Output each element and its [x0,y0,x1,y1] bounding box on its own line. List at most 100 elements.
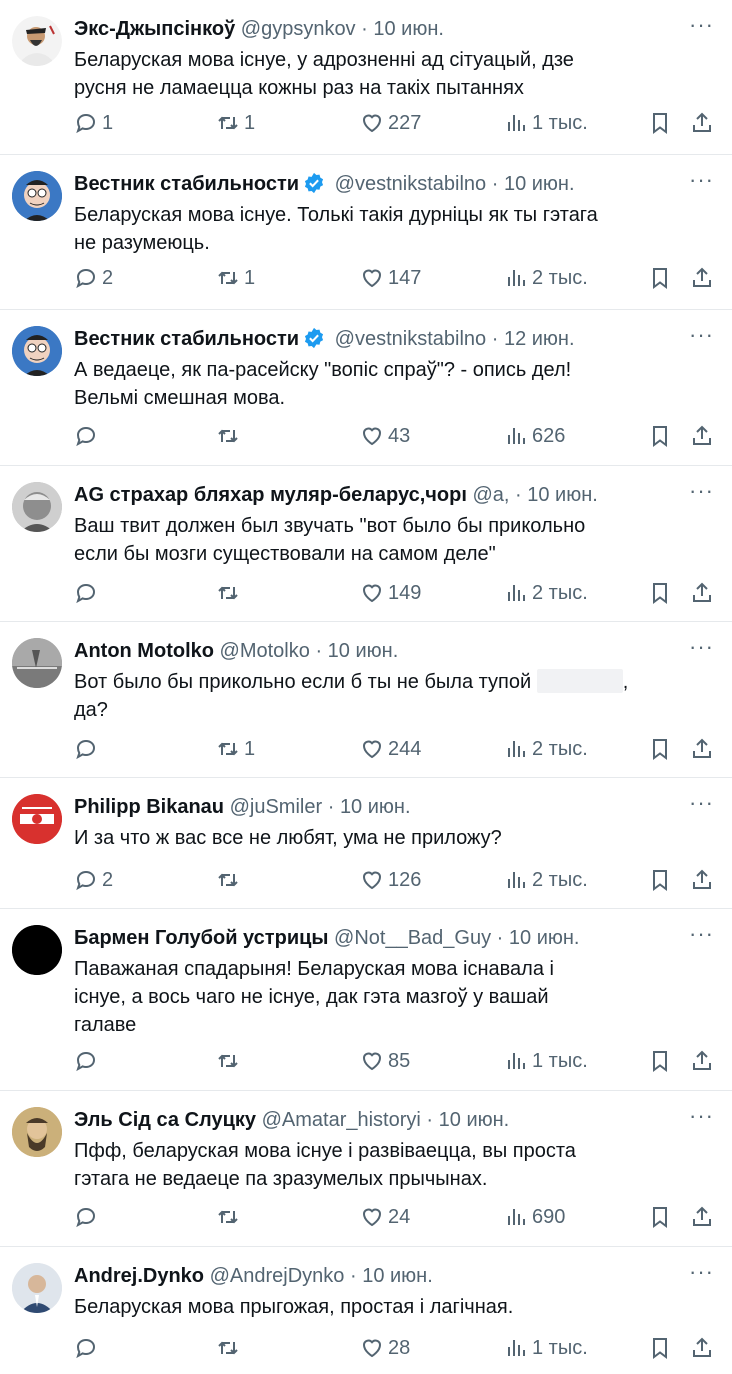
retweet-button[interactable] [216,1333,244,1363]
tweet[interactable]: Экс-Джыпсінкоў @gypsynkov · 10 июн. ··· … [0,0,732,155]
tweet-date[interactable]: 12 июн. [504,328,575,350]
like-button[interactable]: 126 [360,865,421,895]
like-button[interactable]: 85 [360,1046,410,1076]
retweet-button[interactable]: 1 [216,263,255,293]
avatar[interactable] [12,326,62,376]
share-button[interactable] [690,108,714,138]
author-name[interactable]: Эль Сід са Слуцку [74,1109,256,1131]
reply-button[interactable]: 1 [74,108,113,138]
share-button[interactable] [690,1046,714,1076]
tweet[interactable]: Эль Сід са Слуцку @Amatar_historyi · 10 … [0,1091,732,1247]
bookmark-button[interactable] [648,421,672,451]
more-icon[interactable]: ··· [689,322,714,348]
more-icon[interactable]: ··· [689,1103,714,1129]
avatar[interactable] [12,171,62,221]
share-button[interactable] [690,421,714,451]
author-handle[interactable]: @a, [472,484,509,506]
retweet-button[interactable] [216,865,244,895]
more-icon[interactable]: ··· [689,167,714,193]
author-name[interactable]: Anton Motolko [74,640,214,662]
author-handle[interactable]: @gypsynkov [241,18,356,40]
tweet-date[interactable]: 10 июн. [362,1265,433,1287]
tweet[interactable]: AG страхар бляхар муляр-беларус,чорı @a,… [0,466,732,622]
views-button[interactable]: 2 тыс. [504,578,588,608]
views-button[interactable]: 2 тыс. [504,865,588,895]
tweet-date[interactable]: 10 июн. [439,1109,510,1131]
tweet[interactable]: Andrej.Dynko @AndrejDynko · 10 июн. ··· … [0,1247,732,1374]
author-handle[interactable]: @Amatar_historyi [262,1109,421,1131]
tweet[interactable]: Бармен Голубой устрицы @Not__Bad_Guy · 1… [0,909,732,1091]
reply-button[interactable] [74,421,102,451]
reply-button[interactable]: 2 [74,263,113,293]
retweet-button[interactable]: 1 [216,734,255,764]
retweet-button[interactable] [216,421,244,451]
views-button[interactable]: 626 [504,421,565,451]
bookmark-button[interactable] [648,865,672,895]
avatar[interactable] [12,1107,62,1157]
share-button[interactable] [690,578,714,608]
more-icon[interactable]: ··· [689,790,714,816]
bookmark-button[interactable] [648,1046,672,1076]
share-button[interactable] [690,1333,714,1363]
bookmark-button[interactable] [648,1333,672,1363]
author-handle[interactable]: @vestnikstabilno [335,173,486,195]
reply-button[interactable] [74,1046,102,1076]
tweet-date[interactable]: 10 июн. [373,18,444,40]
bookmark-button[interactable] [648,1202,672,1232]
reply-button[interactable] [74,578,102,608]
author-handle[interactable]: @AndrejDynko [210,1265,345,1287]
author-name[interactable]: AG страхар бляхар муляр-беларус,чорı [74,484,467,506]
more-icon[interactable]: ··· [689,478,714,504]
author-name[interactable]: Philipp Bikanau [74,796,224,818]
views-button[interactable]: 2 тыс. [504,263,588,293]
more-icon[interactable]: ··· [689,921,714,947]
share-button[interactable] [690,865,714,895]
reply-button[interactable] [74,1333,102,1363]
retweet-button[interactable]: 1 [216,108,255,138]
avatar[interactable] [12,482,62,532]
more-icon[interactable]: ··· [689,634,714,660]
tweet[interactable]: Anton Motolko @Motolko · 10 июн. ··· Вот… [0,622,732,778]
tweet[interactable]: Philipp Bikanau @juSmiler · 10 июн. ··· … [0,778,732,909]
avatar[interactable] [12,794,62,844]
like-button[interactable]: 28 [360,1333,410,1363]
author-name[interactable]: Вестник стабильности [74,328,299,350]
like-button[interactable]: 147 [360,263,421,293]
tweet[interactable]: Вестник стабильности @vestnikstabilno · … [0,155,732,310]
bookmark-button[interactable] [648,734,672,764]
avatar[interactable] [12,638,62,688]
views-button[interactable]: 2 тыс. [504,734,588,764]
share-button[interactable] [690,1202,714,1232]
bookmark-button[interactable] [648,108,672,138]
author-handle[interactable]: @Not__Bad_Guy [334,927,491,949]
like-button[interactable]: 244 [360,734,421,764]
avatar[interactable] [12,16,62,66]
views-button[interactable]: 690 [504,1202,565,1232]
tweet-date[interactable]: 10 июн. [328,640,399,662]
author-name[interactable]: Бармен Голубой устрицы [74,927,328,949]
share-button[interactable] [690,263,714,293]
author-handle[interactable]: @Motolko [220,640,310,662]
retweet-button[interactable] [216,1046,244,1076]
retweet-button[interactable] [216,1202,244,1232]
tweet-date[interactable]: 10 июн. [527,484,598,506]
retweet-button[interactable] [216,578,244,608]
author-handle[interactable]: @vestnikstabilno [335,328,486,350]
avatar[interactable] [12,925,62,975]
more-icon[interactable]: ··· [689,1259,714,1285]
author-name[interactable]: Вестник стабильности [74,173,299,195]
tweet-date[interactable]: 10 июн. [504,173,575,195]
views-button[interactable]: 1 тыс. [504,1046,588,1076]
like-button[interactable]: 43 [360,421,410,451]
avatar[interactable] [12,1263,62,1313]
author-name[interactable]: Экс-Джыпсінкоў [74,18,235,40]
tweet-date[interactable]: 10 июн. [509,927,580,949]
views-button[interactable]: 1 тыс. [504,108,588,138]
reply-button[interactable] [74,734,102,764]
like-button[interactable]: 227 [360,108,421,138]
author-handle[interactable]: @juSmiler [230,796,323,818]
bookmark-button[interactable] [648,263,672,293]
like-button[interactable]: 149 [360,578,421,608]
tweet-date[interactable]: 10 июн. [340,796,411,818]
views-button[interactable]: 1 тыс. [504,1333,588,1363]
